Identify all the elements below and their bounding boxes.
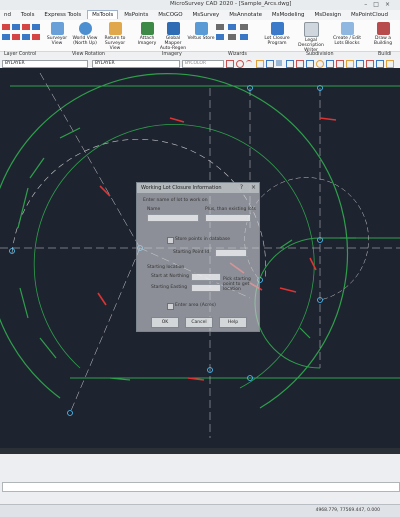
window-controls[interactable]: –□× bbox=[364, 1, 396, 8]
arc-tool-icon[interactable] bbox=[246, 60, 252, 67]
legal-description-writer-button[interactable]: Legal Description Writer bbox=[296, 22, 326, 53]
boundary-line-4[interactable] bbox=[69, 247, 141, 414]
world-view-button[interactable]: World View (North Up) bbox=[70, 22, 100, 46]
status-bar: 4968.779, 77569.447, 0.000 bbox=[0, 504, 400, 517]
tab-nd[interactable]: nd bbox=[0, 11, 15, 19]
hatch-tool-icon[interactable] bbox=[276, 60, 282, 66]
tab-mscogo[interactable]: MsCOGO bbox=[154, 11, 186, 19]
lot-closure-dialog: Working Lot Closure Information ? × Ente… bbox=[136, 182, 260, 332]
command-area bbox=[0, 454, 400, 504]
lot-closure-program-button[interactable]: Lot Closure Program bbox=[262, 22, 292, 46]
tab-mspoints[interactable]: MsPoints bbox=[120, 11, 152, 19]
satellite-image-icon bbox=[140, 22, 154, 35]
store-points-checkbox[interactable] bbox=[167, 237, 174, 244]
line-tool-icon[interactable] bbox=[226, 60, 234, 68]
group-imagery: Imagery bbox=[162, 52, 182, 57]
starting-point-field[interactable] bbox=[215, 249, 247, 257]
close-icon[interactable]: × bbox=[251, 184, 256, 191]
polyline-tool-icon[interactable] bbox=[256, 60, 264, 68]
northing-field[interactable] bbox=[191, 273, 221, 281]
draw-tool-icons[interactable] bbox=[226, 60, 398, 68]
globe-icon bbox=[78, 22, 92, 35]
return-surveyor-view-button[interactable]: Return to Surveyor View bbox=[100, 22, 130, 51]
tab-msdesign[interactable]: MsDesign bbox=[310, 11, 345, 19]
tab-mspointcloud[interactable]: MsPointCloud bbox=[347, 11, 392, 19]
compass-icon bbox=[50, 22, 64, 35]
tab-mssurvey[interactable]: MsSurvey bbox=[189, 11, 224, 19]
create-edit-lots-blocks-button[interactable]: Create / Edit Lots Blocks bbox=[332, 22, 362, 46]
boundary-line-1[interactable] bbox=[39, 72, 141, 249]
lineweight-combo[interactable]: BYCOLOR bbox=[182, 60, 224, 68]
coordinates-readout: 4968.779, 77569.447, 0.000 bbox=[315, 508, 380, 513]
layer-tools-icons[interactable] bbox=[2, 24, 42, 52]
easting-field[interactable] bbox=[191, 284, 221, 292]
draw-building-button[interactable]: Draw a Building bbox=[368, 22, 398, 46]
layer-combo[interactable]: BYLAYER bbox=[2, 60, 88, 68]
lot-closure-icon bbox=[270, 22, 284, 35]
wizard-icons[interactable] bbox=[216, 24, 256, 52]
group-view-rotation: View Rotation bbox=[72, 52, 105, 57]
group-subdivision: Subdivision bbox=[306, 52, 334, 57]
starting-location-label: Starting location bbox=[147, 265, 185, 270]
fillet-tool-icon[interactable] bbox=[376, 60, 384, 68]
global-mapper-icon bbox=[166, 22, 180, 35]
command-line-input[interactable] bbox=[2, 482, 400, 492]
enter-area-label: Enter area (Acres) bbox=[175, 303, 216, 308]
veltus-store-button[interactable]: Veltus Store bbox=[186, 22, 216, 41]
building-icon bbox=[376, 22, 390, 35]
plus-label: Plus, than existing lots bbox=[205, 207, 256, 212]
surveyor-view-button[interactable]: Surveyor View bbox=[42, 22, 72, 46]
linetype-combo[interactable]: BYLAYER bbox=[92, 60, 180, 68]
help-button[interactable]: Help bbox=[219, 317, 247, 328]
tab-msannotate[interactable]: MsAnnotate bbox=[225, 11, 266, 19]
store-points-label: Store points in database bbox=[175, 237, 230, 242]
rotate-tool-icon[interactable] bbox=[316, 60, 324, 68]
circle-tool-icon[interactable] bbox=[236, 60, 244, 68]
lots-blocks-icon bbox=[340, 22, 354, 35]
help-icon[interactable]: ? bbox=[240, 184, 243, 191]
name-field[interactable] bbox=[147, 214, 199, 222]
easting-label: Starting Easting bbox=[151, 285, 188, 290]
copy-tool-icon[interactable] bbox=[306, 60, 314, 68]
tab-tools[interactable]: Tools bbox=[17, 11, 39, 19]
store-icon bbox=[194, 22, 208, 35]
tab-msmodeling[interactable]: MsModeling bbox=[268, 11, 309, 19]
rectangle-tool-icon[interactable] bbox=[266, 60, 274, 68]
ok-button[interactable]: OK bbox=[151, 317, 179, 328]
window-title: MicroSurvey CAD 2020 - [Sample_Arcs.dwg] bbox=[170, 1, 292, 7]
drawing-canvas[interactable]: Working Lot Closure Information ? × Ente… bbox=[0, 68, 400, 448]
text-tool-icon[interactable] bbox=[286, 60, 294, 68]
dialog-prompt: Enter name of lot to work on bbox=[143, 198, 208, 203]
mirror-tool-icon[interactable] bbox=[336, 60, 344, 68]
move-tool-icon[interactable] bbox=[296, 60, 304, 68]
pick-point-button[interactable]: Pick starting point to get location bbox=[223, 277, 255, 292]
group-wizards: Wizards bbox=[228, 52, 247, 57]
scale-tool-icon[interactable] bbox=[326, 60, 334, 68]
global-mapper-auto-regen-button[interactable]: Global Mapper Auto-Regen bbox=[158, 22, 188, 51]
return-arrow-icon bbox=[108, 22, 122, 35]
plus-field[interactable] bbox=[205, 214, 251, 222]
trim-tool-icon[interactable] bbox=[346, 60, 354, 68]
document-writer-icon bbox=[303, 22, 319, 37]
cul-de-sac-arc[interactable] bbox=[254, 237, 321, 369]
northing-label: Start at Northing bbox=[151, 274, 189, 279]
cul-de-sac-dashed[interactable] bbox=[244, 177, 369, 301]
enter-area-checkbox[interactable] bbox=[167, 303, 174, 310]
offset-tool-icon[interactable] bbox=[366, 60, 374, 68]
erase-tool-icon[interactable] bbox=[386, 60, 394, 68]
starting-point-label: Starting Point Id bbox=[173, 250, 210, 255]
extend-tool-icon[interactable] bbox=[356, 60, 364, 68]
tab-mstools[interactable]: MsTools bbox=[87, 10, 119, 19]
group-building: Buildi bbox=[378, 52, 392, 57]
tab-express-tools[interactable]: Express Tools bbox=[40, 11, 85, 19]
group-layer-control[interactable]: Layer Control bbox=[4, 52, 36, 57]
name-label: Name bbox=[147, 207, 161, 212]
cancel-button[interactable]: Cancel bbox=[185, 317, 213, 328]
